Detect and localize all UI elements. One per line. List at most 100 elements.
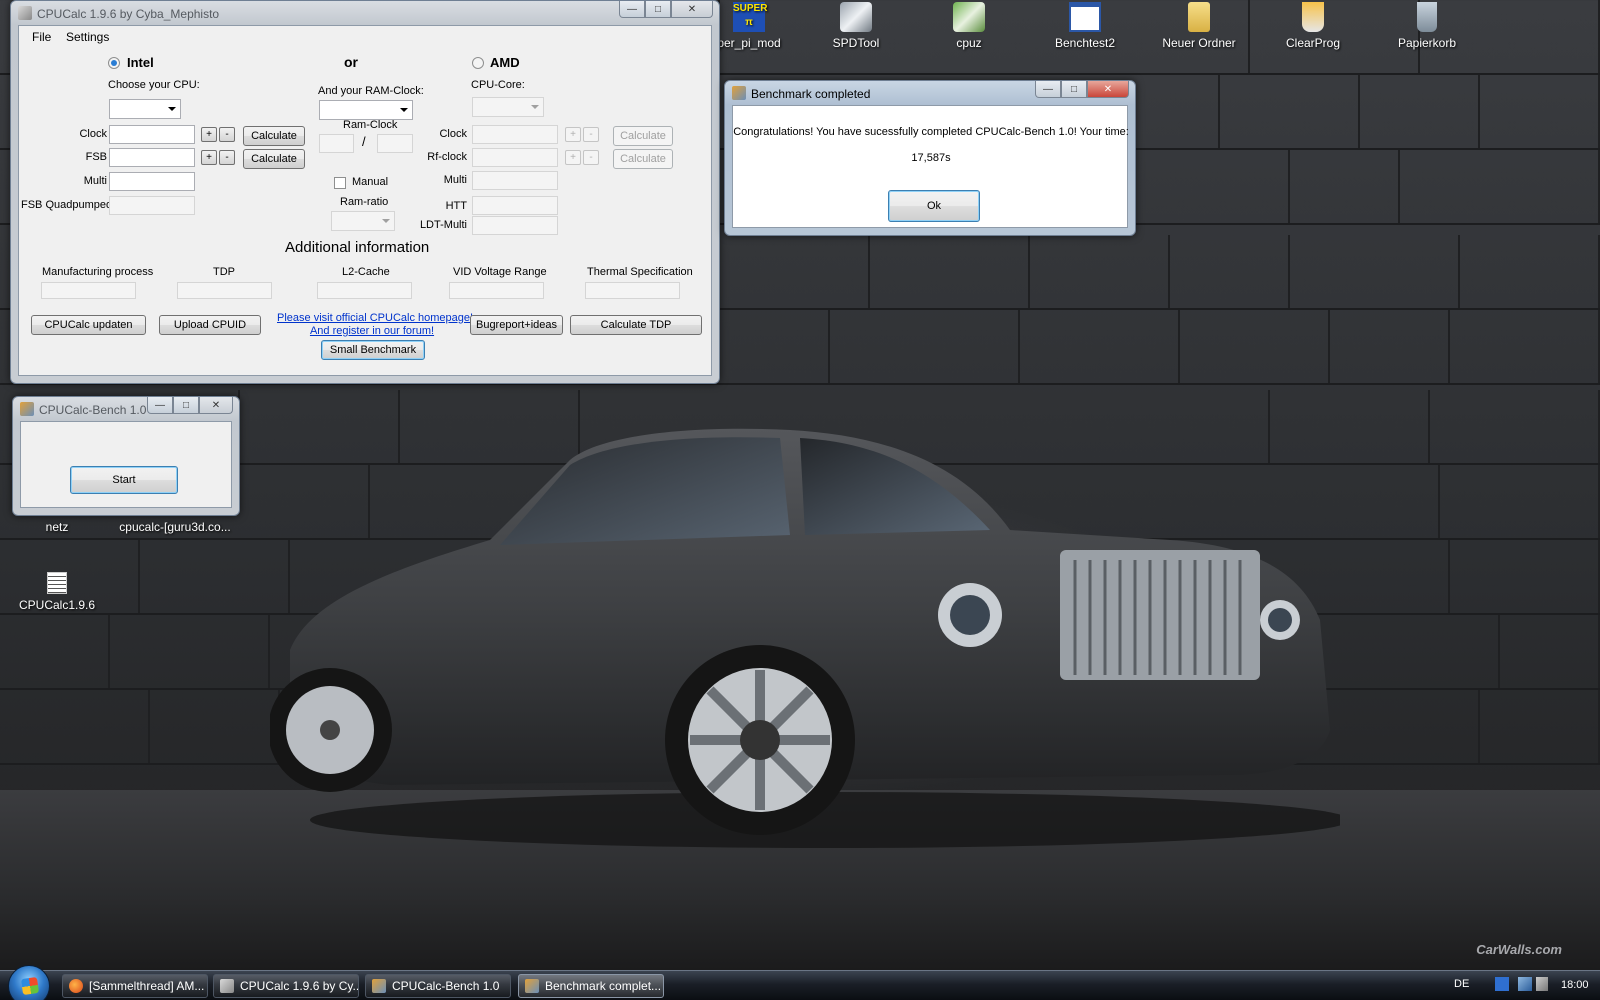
language-indicator[interactable]: DE [1454, 978, 1469, 990]
network-icon[interactable] [1518, 977, 1532, 991]
small-benchmark-button[interactable]: Small Benchmark [321, 340, 425, 360]
maximize-button[interactable]: □ [173, 397, 199, 414]
rf-clock-calculate-button[interactable]: Calculate [613, 149, 673, 169]
bugreport-button[interactable]: Bugreport+ideas [470, 315, 563, 335]
amd-clock-calculate-button[interactable]: Calculate [613, 126, 673, 146]
amd-multi-input[interactable] [472, 171, 558, 190]
dialog-title: Benchmark completed [751, 87, 871, 101]
upload-cpuid-button[interactable]: Upload CPUID [159, 315, 261, 335]
ram-clock-select[interactable] [319, 100, 413, 120]
intel-multi-label: Multi [83, 175, 107, 187]
rf-clock-label: Rf-clock [427, 151, 467, 163]
benchmark-completed-dialog[interactable]: Benchmark completed — □ ✕ Congratulation… [724, 80, 1136, 236]
bench-window[interactable]: CPUCalc-Bench 1.0 — □ ✕ Start [12, 396, 240, 516]
intel-fsb-input[interactable] [109, 148, 195, 167]
rf-clock-plus-button[interactable]: + [565, 150, 581, 165]
close-button[interactable]: ✕ [199, 397, 233, 414]
intel-fsb-minus-button[interactable]: - [219, 150, 235, 165]
taskbar-item-sammelthread[interactable]: [Sammelthread] AM... [62, 974, 208, 998]
bench-client: Start [20, 421, 232, 508]
cpu-core-select[interactable] [472, 97, 544, 117]
desktop-icon-cpucalc196[interactable]: CPUCalc1.9.6 [7, 572, 107, 612]
maximize-button[interactable]: □ [645, 1, 671, 18]
amd-clock-minus-button[interactable]: - [583, 127, 599, 142]
folder-icon [1188, 2, 1210, 32]
chevron-down-icon [400, 108, 408, 112]
or-label: or [344, 54, 358, 70]
maximize-button[interactable]: □ [1061, 81, 1087, 98]
cpucalc-file-icon [47, 572, 67, 594]
intel-clock-calculate-button[interactable]: Calculate [243, 126, 305, 146]
calculate-tdp-button[interactable]: Calculate TDP [570, 315, 702, 335]
taskbar-clock[interactable]: 18:00 [1561, 979, 1589, 991]
l2-cache-label: L2-Cache [342, 266, 390, 278]
minimize-button[interactable]: — [619, 1, 645, 18]
intel-clock-input[interactable] [109, 125, 195, 144]
bench-titlebar[interactable]: CPUCalc-Bench 1.0 — □ ✕ [13, 397, 239, 421]
minimize-button[interactable]: — [147, 397, 173, 414]
taskbar-item-cpucalc[interactable]: CPUCalc 1.9.6 by Cy... [213, 974, 359, 998]
desktop-icon-cpucalc-guru3d[interactable]: cpucalc-[guru3d.co... [110, 520, 240, 534]
cpucalc-titlebar[interactable]: CPUCalc 1.9.6 by Cyba_Mephisto — □ ✕ [11, 1, 719, 25]
cpu-core-label: CPU-Core: [471, 79, 525, 91]
intel-fsb-calculate-button[interactable]: Calculate [243, 149, 305, 169]
ok-button[interactable]: Ok [888, 190, 980, 222]
menu-bar: File Settings [19, 26, 711, 48]
firefox-icon [69, 979, 83, 993]
ldt-multi-input[interactable] [472, 216, 558, 235]
close-button[interactable]: ✕ [1087, 81, 1129, 98]
close-button[interactable]: ✕ [671, 1, 713, 18]
amd-clock-label: Clock [439, 128, 467, 140]
intel-multi-input[interactable] [109, 172, 195, 191]
intel-radio[interactable] [108, 57, 120, 69]
dialog-titlebar[interactable]: Benchmark completed — □ ✕ [725, 81, 1135, 105]
fsb-quadpumped-label: FSB Quadpumped [21, 199, 113, 211]
amd-label: AMD [490, 55, 520, 70]
taskbar-item-bench[interactable]: CPUCalc-Bench 1.0 [365, 974, 511, 998]
rf-clock-input[interactable] [472, 148, 558, 167]
ram-ratio-select[interactable] [331, 211, 395, 231]
taskbar-item-benchmark-completed[interactable]: Benchmark complet... [518, 974, 664, 998]
start-button[interactable] [8, 965, 50, 1000]
cpucalc-window[interactable]: CPUCalc 1.9.6 by Cyba_Mephisto — □ ✕ Fil… [10, 0, 720, 384]
ram-clock-slash: / [362, 134, 366, 149]
amd-clock-input[interactable] [472, 125, 558, 144]
intel-cpu-select[interactable] [109, 99, 181, 119]
ram-clock-left-output [319, 134, 354, 153]
intel-fsb-plus-button[interactable]: + [201, 150, 217, 165]
minimize-button[interactable]: — [1035, 81, 1061, 98]
cpucalc-app-icon [220, 979, 234, 993]
amd-radio[interactable] [472, 57, 484, 69]
menu-settings[interactable]: Settings [66, 30, 109, 44]
desktop-icon-papierkorb[interactable]: Papierkorb [1377, 2, 1477, 50]
start-button[interactable]: Start [70, 466, 178, 494]
manufacturing-process-output [41, 282, 136, 299]
amd-clock-plus-button[interactable]: + [565, 127, 581, 142]
rf-clock-minus-button[interactable]: - [583, 150, 599, 165]
intel-clock-plus-button[interactable]: + [201, 127, 217, 142]
menu-file[interactable]: File [32, 30, 51, 44]
chevron-down-icon [382, 219, 390, 223]
chevron-down-icon [168, 107, 176, 111]
cpucalc-title: CPUCalc 1.9.6 by Cyba_Mephisto [37, 7, 220, 21]
cpucalc-update-button[interactable]: CPUCalc updaten [31, 315, 146, 335]
vid-voltage-output [449, 282, 544, 299]
desktop-icon-cpuz[interactable]: cpuz [919, 2, 1019, 50]
htt-input[interactable] [472, 196, 558, 215]
dialog-message: Congratulations! You have sucessfully co… [733, 126, 1129, 138]
desktop-icon-neuer-ordner[interactable]: Neuer Ordner [1149, 2, 1249, 50]
media-play-icon[interactable] [1495, 977, 1509, 991]
intel-clock-minus-button[interactable]: - [219, 127, 235, 142]
desktop-icon-benchtest2[interactable]: Benchtest2 [1035, 2, 1135, 50]
homepage-link[interactable]: Please visit official CPUCalc homepage! [277, 312, 473, 324]
desktop-icon-clearprog[interactable]: ClearProg [1263, 2, 1363, 50]
wallpaper-watermark: CarWalls.com [1476, 942, 1562, 957]
ram-clock-prompt: And your RAM-Clock: [318, 85, 424, 97]
forum-link[interactable]: And register in our forum! [277, 325, 467, 337]
benchmark-time: 17,587s [911, 152, 951, 164]
desktop-icon-netz[interactable]: netz [7, 520, 107, 534]
desktop-icon-spdtool[interactable]: SPDTool [806, 2, 906, 50]
manual-checkbox[interactable] [334, 177, 346, 189]
ldt-multi-label: LDT-Multi [419, 219, 467, 231]
volume-icon[interactable] [1536, 977, 1548, 991]
